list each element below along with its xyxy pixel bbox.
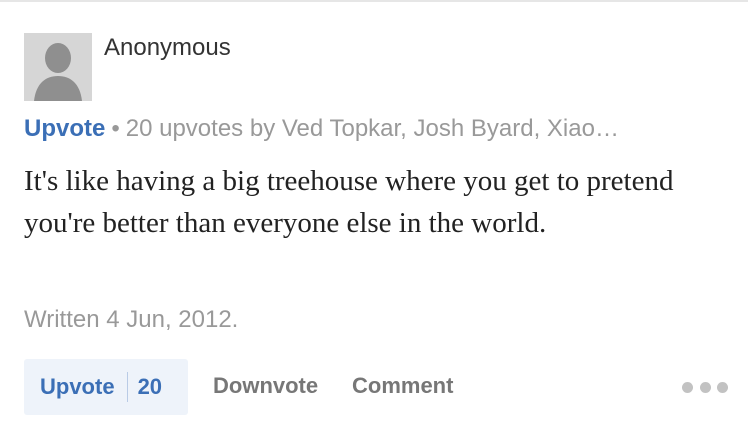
downvote-button[interactable]: Downvote (213, 373, 318, 399)
avatar[interactable] (24, 33, 92, 101)
more-horizontal-icon[interactable] (682, 380, 728, 394)
more-dot (717, 381, 728, 393)
answer-body: It's like having a big treehouse where y… (24, 165, 674, 239)
comment-button[interactable]: Comment (352, 373, 453, 399)
upvote-count: 20 (137, 374, 163, 399)
anonymous-user-icon (24, 33, 92, 101)
author-name[interactable]: Anonymous (104, 33, 231, 63)
upvoters-summary[interactable]: 20 upvotes by Ved Topkar, Josh Byard, Xi… (126, 115, 619, 142)
written-date[interactable]: Written 4 Jun, 2012. (24, 305, 238, 335)
upvote-button-label: Upvote (40, 374, 115, 399)
upvote-divider (126, 372, 128, 402)
upvote-button[interactable]: Upvote 20 (24, 359, 188, 415)
top-divider (0, 0, 748, 2)
more-dot (682, 381, 693, 393)
meta-upvote-link[interactable]: Upvote (24, 115, 105, 142)
meta-separator: • (111, 115, 120, 142)
upvote-meta: Upvote • 20 upvotes by Ved Topkar, Josh By… (24, 114, 736, 144)
more-dot (699, 381, 711, 393)
